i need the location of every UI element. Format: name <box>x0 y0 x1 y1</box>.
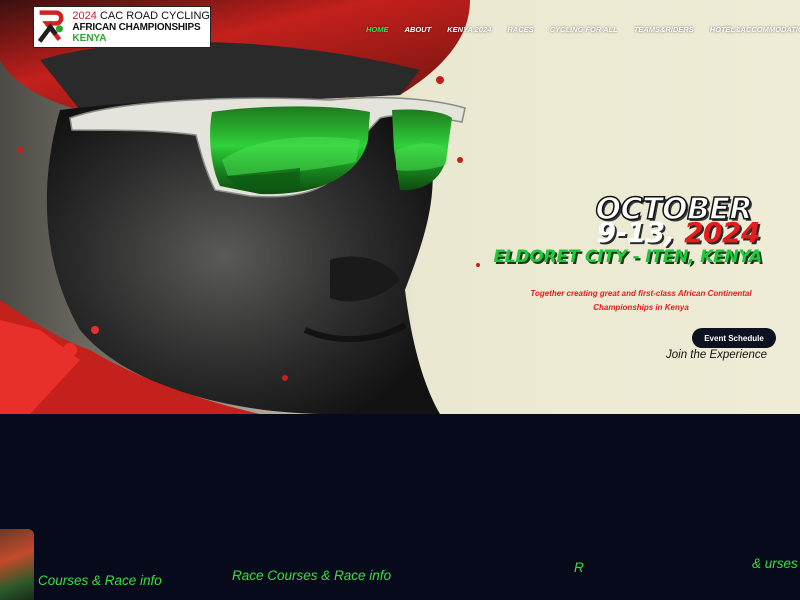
nav-item-cycling-for-all[interactable]: CYCLING FOR ALL <box>550 25 618 34</box>
site-logo[interactable]: 2024 CAC ROAD CYCLING AFRICAN CHAMPIONSH… <box>33 6 211 48</box>
nav-item-hotel-accommodation[interactable]: HOTEL&ACCOMMODATION <box>710 25 800 34</box>
nav-item-races[interactable]: RACES <box>507 25 533 34</box>
hero-banner: 2024 CAC ROAD CYCLING AFRICAN CHAMPIONSH… <box>0 0 800 414</box>
event-dates: 9-13, 2024 <box>596 216 761 249</box>
nav-item-teams-riders[interactable]: TEAMS&RIDERS <box>634 25 694 34</box>
cyclist-logo-icon <box>36 8 69 46</box>
join-experience-text: Join the Experience <box>666 349 768 361</box>
hero-tagline: Together creating great and first-class … <box>530 289 752 312</box>
event-schedule-button[interactable]: Event Schedule <box>692 328 776 348</box>
event-year: 2024 <box>684 216 760 249</box>
carousel-label[interactable]: Race Courses & Race info <box>232 568 391 583</box>
event-location: ELDORET CITY - ITEN, KENYA <box>493 247 762 267</box>
race-courses-carousel: Courses & Race info Race Courses & Race … <box>0 414 800 600</box>
carousel-label[interactable]: Courses & Race info <box>38 573 162 588</box>
nav-item-home[interactable]: HOME <box>366 25 389 34</box>
nav-item-kenya-2024[interactable]: KENYA 2024 <box>447 25 491 34</box>
logo-subtitle-line: AFRICAN CHAMPIONSHIPS <box>72 21 201 33</box>
logo-country-line: KENYA <box>72 32 107 44</box>
carousel-label[interactable]: R <box>574 560 584 575</box>
carousel-label[interactable]: urses & <box>752 556 800 571</box>
logo-title-line: 2024 CAC ROAD CYCLING <box>72 9 210 22</box>
main-nav: HOME ABOUT KENYA 2024 RACES CYCLING FOR … <box>366 25 800 34</box>
nav-item-about[interactable]: ABOUT <box>405 25 432 34</box>
event-days: 9-13, <box>596 216 676 249</box>
carousel-thumbnail-image[interactable] <box>0 529 34 600</box>
